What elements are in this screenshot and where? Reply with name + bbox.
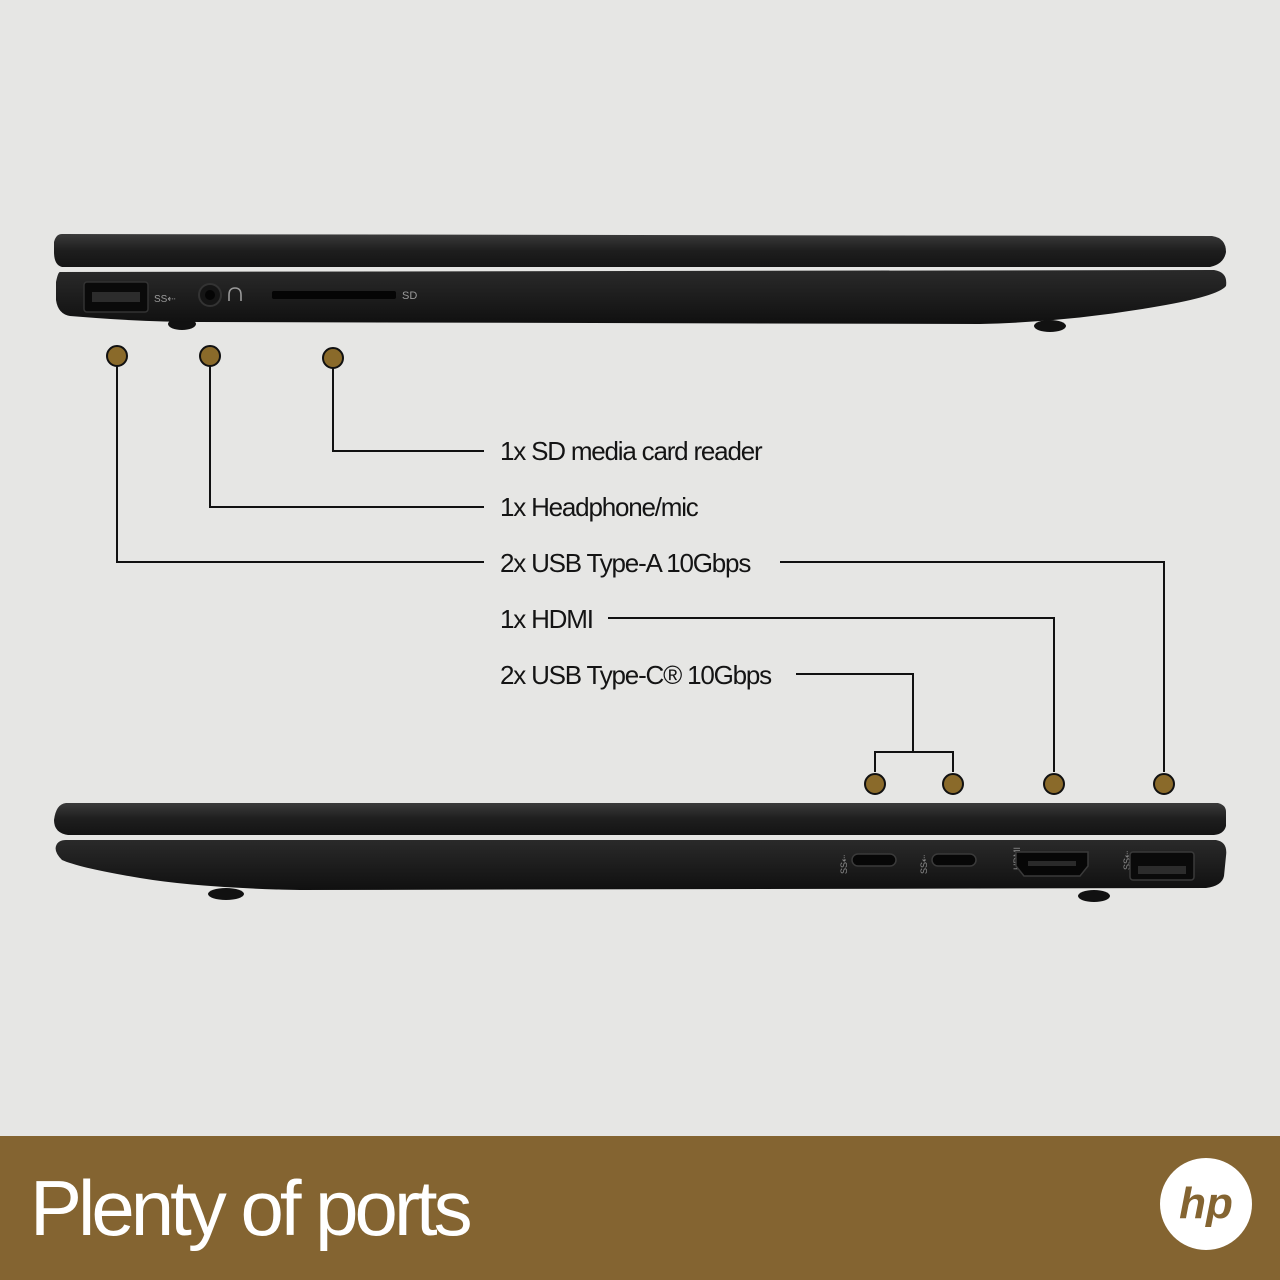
usb-a-port-tongue xyxy=(92,292,140,302)
headphone-jack-hole xyxy=(205,290,215,300)
callout-line-headphone xyxy=(209,366,484,508)
callout-line-usb-c xyxy=(796,673,914,752)
marker-hdmi xyxy=(1043,773,1065,795)
laptop-base xyxy=(56,270,1227,324)
marker-usb-a-right xyxy=(1153,773,1175,795)
callout-label-headphone: 1x Headphone/mic xyxy=(500,492,699,522)
callout-line-sd xyxy=(332,368,484,452)
hdmi-port-tongue xyxy=(1028,861,1076,866)
usb-c-port xyxy=(851,853,897,867)
rubber-foot xyxy=(1078,890,1110,902)
sd-card-slot xyxy=(272,291,396,299)
usb-symbol-icon: SS⇠ xyxy=(839,854,849,874)
rubber-foot xyxy=(1034,320,1066,332)
footer-banner: Plenty of ports hp xyxy=(0,1136,1280,1280)
marker-headphone xyxy=(199,345,221,367)
usb-c-port xyxy=(931,853,977,867)
callout-label-usb-a: 2x USB Type-A 10Gbps xyxy=(500,548,751,578)
hp-logo-icon: hp xyxy=(1160,1158,1252,1250)
laptop-lid xyxy=(54,803,1226,835)
footer-title: Plenty of ports xyxy=(30,1164,473,1252)
marker-usb-c-1 xyxy=(864,773,886,795)
usb-symbol-icon: SS⇠ xyxy=(154,294,176,305)
laptop-right-side: SS⇠ SS⇠ HDMI SS⇠ xyxy=(54,803,1227,902)
callout-label-usb-c: 2x USB Type-C® 10Gbps xyxy=(500,660,772,690)
laptop-lid xyxy=(54,234,1226,267)
callout-line-usb-c-branch xyxy=(874,751,954,772)
callout-line-usb-a-left xyxy=(116,366,484,563)
usb-symbol-icon: SS⇠ xyxy=(919,854,929,874)
hp-logo-text: hp xyxy=(1179,1179,1233,1228)
rubber-foot xyxy=(208,888,244,900)
laptop-left-side: SS⇠ SD xyxy=(54,234,1227,332)
marker-sd xyxy=(322,347,344,369)
sd-slot-marking: SD xyxy=(402,290,417,302)
callout-label-hdmi: 1x HDMI xyxy=(500,604,594,634)
marker-usb-c-2 xyxy=(942,773,964,795)
usb-a-port-tongue xyxy=(1138,866,1186,874)
marker-usb-a-left xyxy=(106,345,128,367)
callout-line-hdmi xyxy=(608,617,1055,772)
callout-line-usb-a-right xyxy=(780,561,1165,772)
callout-label-sd: 1x SD media card reader xyxy=(500,436,763,466)
